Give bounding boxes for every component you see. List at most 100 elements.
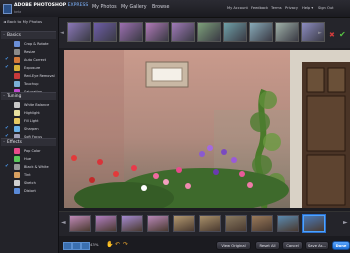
link-help[interactable]: Help ▾ xyxy=(302,6,313,10)
applied-checkmark-icon: ✔ xyxy=(5,126,9,131)
exposure-icon xyxy=(14,65,20,71)
done-button[interactable]: Done xyxy=(332,241,350,250)
link-sign-out[interactable]: Sign Out xyxy=(318,6,334,10)
tool-label: Highlight xyxy=(24,110,40,115)
tool-sketch[interactable]: Sketch xyxy=(0,179,58,187)
crop-rotate-icon xyxy=(14,41,20,47)
variation-thumbnail[interactable] xyxy=(249,22,273,42)
nav-my-gallery[interactable]: My Gallery xyxy=(121,5,147,10)
section-basics[interactable]: – Basics xyxy=(1,31,56,39)
tool-black-white[interactable]: ✔ Black & White xyxy=(0,163,58,171)
actual-size-icon[interactable] xyxy=(72,242,81,250)
save-as-button[interactable]: Save As... xyxy=(305,241,329,250)
tool-label: Sketch xyxy=(24,180,36,185)
tool-fill-light[interactable]: Fill Light xyxy=(0,117,58,125)
section-title: Tuning xyxy=(7,94,22,99)
close-icon[interactable]: ✖ xyxy=(329,31,335,39)
variation-thumbnail[interactable] xyxy=(223,22,247,42)
tool-pop-color[interactable]: Pop Color xyxy=(0,147,58,155)
preview-thumbnail[interactable] xyxy=(277,215,299,232)
fit-view-icon[interactable] xyxy=(63,242,72,250)
variation-thumbnail[interactable] xyxy=(93,22,117,42)
variation-thumbnail[interactable] xyxy=(197,22,221,42)
tool-tint[interactable]: Tint xyxy=(0,171,58,179)
link-my-account[interactable]: My Account xyxy=(227,6,248,10)
preview-thumbnail[interactable] xyxy=(173,215,195,232)
top-bar: ADOBE PHOTOSHOP EXPRESS beta My Photos M… xyxy=(0,0,350,18)
variation-thumbnail[interactable] xyxy=(275,22,299,42)
variation-thumbnail[interactable] xyxy=(145,22,169,42)
resize-icon xyxy=(14,49,20,55)
preview-thumbnail[interactable] xyxy=(303,215,325,232)
tool-label: Fill Light xyxy=(24,118,39,123)
section-effects[interactable]: – Effects xyxy=(1,138,56,146)
back-to-my-photos-link[interactable]: ◄ Back to My Photos xyxy=(3,19,42,24)
preview-thumbnail[interactable] xyxy=(147,215,169,232)
tool-auto-correct[interactable]: ✔ Auto Correct xyxy=(0,56,58,64)
reset-all-button[interactable]: Reset All xyxy=(255,241,280,250)
nav-browse[interactable]: Browse xyxy=(152,5,169,10)
scroll-right-icon[interactable]: ► xyxy=(343,219,348,226)
collapse-icon[interactable]: – xyxy=(3,140,5,145)
preview-thumbnail[interactable] xyxy=(95,215,117,232)
applied-checkmark-icon: ✔ xyxy=(5,65,9,70)
tool-hue[interactable]: Hue xyxy=(0,155,58,163)
link-terms[interactable]: Terms xyxy=(271,6,282,10)
variation-thumbnail[interactable] xyxy=(67,22,91,42)
tool-touchup[interactable]: Touchup xyxy=(0,80,58,88)
highlight-icon xyxy=(14,110,20,116)
tool-label: Resize xyxy=(24,49,36,54)
variation-thumbnail[interactable] xyxy=(119,22,143,42)
editor-window: ADOBE PHOTOSHOP EXPRESS beta My Photos M… xyxy=(0,0,350,253)
variation-thumbnail[interactable] xyxy=(171,22,195,42)
tool-sharpen[interactable]: ✔ Sharpen xyxy=(0,125,58,133)
tool-label: Tint xyxy=(24,172,31,177)
scroll-left-icon[interactable]: ◄ xyxy=(61,219,66,226)
tool-highlight[interactable]: Highlight xyxy=(0,109,58,117)
top-filmstrip: ◄ ► xyxy=(59,18,350,48)
scroll-left-icon[interactable]: ◄ xyxy=(60,30,64,36)
preview-thumbnail[interactable] xyxy=(69,215,91,232)
logo-icon xyxy=(3,4,12,14)
redo-icon[interactable]: ↷ xyxy=(123,241,128,248)
tool-label: White Balance xyxy=(24,102,50,107)
tool-exposure[interactable]: ✔ Exposure xyxy=(0,64,58,72)
collapse-icon[interactable]: – xyxy=(3,94,5,99)
scroll-right-icon[interactable]: ► xyxy=(318,30,322,36)
tool-label: Black & White xyxy=(24,164,49,169)
preview-thumbnail[interactable] xyxy=(251,215,273,232)
sharpen-icon xyxy=(14,126,20,132)
tool-distort[interactable]: Distort xyxy=(0,187,58,195)
preview-thumbnail[interactable] xyxy=(199,215,221,232)
tool-label: Hue xyxy=(24,156,32,161)
section-tuning[interactable]: – Tuning xyxy=(1,92,56,100)
zoom-icon[interactable] xyxy=(81,242,90,250)
collapse-icon[interactable]: – xyxy=(3,33,5,38)
section-title: Basics xyxy=(7,33,21,38)
nav-my-photos[interactable]: My Photos xyxy=(92,5,117,10)
tool-red-eye-removal[interactable]: Red-Eye Removal xyxy=(0,72,58,80)
tool-white-balance[interactable]: White Balance xyxy=(0,101,58,109)
tool-crop-rotate[interactable]: Crop & Rotate xyxy=(0,40,58,48)
tool-label: Distort xyxy=(24,188,36,193)
view-original-button[interactable]: View Original xyxy=(216,241,251,250)
hand-tool-icon[interactable]: ✋ xyxy=(106,241,113,248)
cancel-button[interactable]: Cancel xyxy=(282,241,303,250)
red-eye-removal-icon xyxy=(14,73,20,79)
distort-icon xyxy=(14,188,20,194)
link-privacy[interactable]: Privacy xyxy=(285,6,298,10)
auto-correct-icon xyxy=(14,57,20,63)
bottom-filmstrip: ◄ ► xyxy=(59,211,350,236)
brand-name: ADOBE PHOTOSHOP xyxy=(14,3,67,8)
link-feedback[interactable]: Feedback xyxy=(251,6,268,10)
preview-thumbnail[interactable] xyxy=(225,215,247,232)
brand-suffix: EXPRESS xyxy=(67,3,89,8)
photo-canvas[interactable] xyxy=(64,50,350,208)
tool-sidebar: ◄ Back to My Photos – Basics Crop & Rotate… xyxy=(0,17,59,253)
section-title: Effects xyxy=(7,140,22,145)
tool-resize[interactable]: Resize xyxy=(0,48,58,56)
undo-icon[interactable]: ↶ xyxy=(115,241,120,248)
preview-thumbnail[interactable] xyxy=(121,215,143,232)
tool-label: Touchup xyxy=(24,81,39,86)
checkmark-icon[interactable]: ✔ xyxy=(339,30,346,39)
